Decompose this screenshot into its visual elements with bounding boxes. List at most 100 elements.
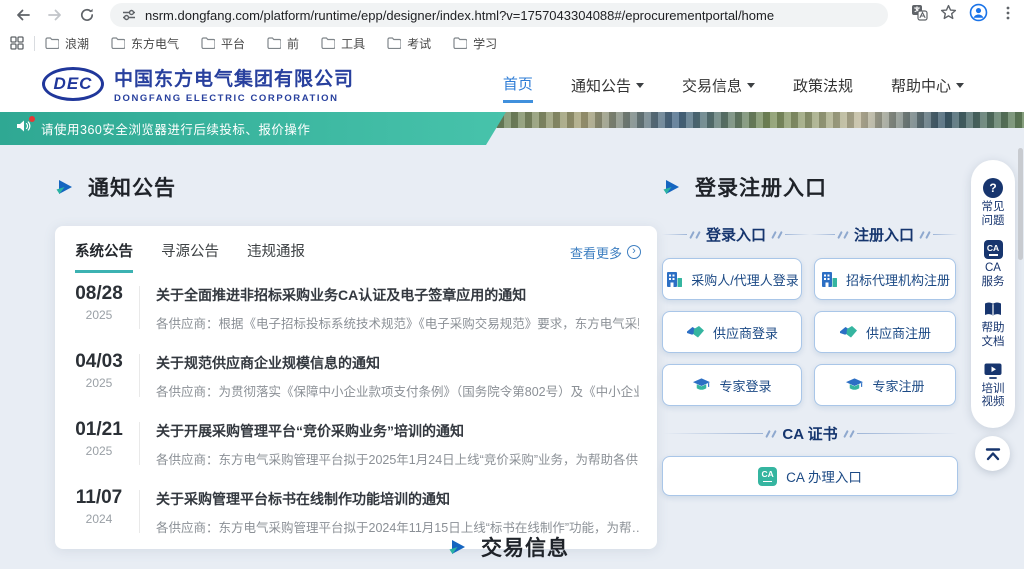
tab-sourcing-notices[interactable]: 寻源公告 (161, 240, 219, 273)
notices-section-title: 通知公告 (55, 172, 657, 202)
ribbon-message: 请使用360安全浏览器进行后续投标、报价操作 (41, 119, 310, 138)
notice-row[interactable]: 01/21 2025 关于开展采购管理平台“竞价采购业务”培训的通知 各供应商：… (55, 409, 657, 477)
profile-avatar-icon[interactable] (969, 3, 988, 27)
divider (139, 490, 140, 533)
notice-desc: 各供应商：东方电气采购管理平台拟于2025年1月24日上线“竞价采购”业务，为帮… (156, 449, 639, 468)
notice-title[interactable]: 关于开展采购管理平台“竞价采购业务”培训的通知 (156, 421, 639, 441)
question-icon: ? (983, 178, 1003, 198)
section-title-text: 登录注册入口 (695, 172, 827, 202)
speaker-icon (16, 119, 31, 138)
divider (34, 36, 35, 51)
purchaser-agent-login-button[interactable]: 采购人/代理人登录 (662, 258, 802, 300)
bookmark-qian[interactable]: 前 (267, 35, 299, 52)
nav-item-help-center[interactable]: 帮助中心 (891, 67, 964, 102)
supplier-register-button[interactable]: 供应商注册 (814, 311, 956, 353)
bookmark-gongju[interactable]: 工具 (321, 35, 365, 52)
trade-info-section-title: 交易信息 (448, 532, 569, 562)
company-logo[interactable]: DEC 中国东方电气集团有限公司 DONGFANG ELECTRIC CORPO… (42, 64, 354, 104)
apps-grid-icon[interactable] (8, 34, 26, 52)
section-arrow-icon (448, 538, 468, 556)
organization-icon (820, 271, 838, 288)
bookmark-dongfang[interactable]: 东方电气 (111, 35, 179, 52)
notice-row[interactable]: 08/28 2025 关于全面推进非招标采购业务CA认证及电子签章应用的通知 各… (55, 273, 657, 341)
back-icon[interactable] (14, 6, 32, 24)
company-name-cn: 中国东方电气集团有限公司 (114, 64, 354, 91)
section-title-text: 交易信息 (481, 532, 569, 562)
graduation-cap-icon (845, 377, 864, 393)
nav-item-home[interactable]: 首页 (503, 65, 533, 103)
site-header: DEC 中国东方电气集团有限公司 DONGFANG ELECTRIC CORPO… (0, 56, 1024, 112)
bookmarks-bar: 浪潮 东方电气 平台 前 工具 考试 学习 (0, 30, 1024, 57)
graduation-cap-icon (692, 377, 711, 393)
notice-date: 08/28 2025 (67, 283, 131, 322)
handshake-icon (686, 324, 705, 340)
tab-violation-reports[interactable]: 违规通报 (247, 240, 305, 273)
sidebar-item-faq[interactable]: ? 常见问题 (980, 178, 1006, 229)
floating-sidebar: ? 常见问题 CA CA服务 帮助文档 培训视频 (971, 160, 1015, 428)
chevron-down-icon (747, 83, 755, 88)
bookmark-pingtai[interactable]: 平台 (201, 35, 245, 52)
folder-icon (45, 37, 59, 49)
handshake-icon (839, 324, 858, 340)
translate-icon[interactable] (911, 4, 928, 26)
bookmark-kaoshi[interactable]: 考试 (387, 35, 431, 52)
bookmark-langchao[interactable]: 浪潮 (45, 35, 89, 52)
folder-icon (111, 37, 125, 49)
reload-icon[interactable] (78, 6, 96, 24)
view-more-link[interactable]: 查看更多 › (570, 243, 641, 271)
expert-login-button[interactable]: 专家登录 (662, 364, 802, 406)
ca-cert-header: CA 证书 (662, 423, 958, 444)
folder-icon (453, 37, 467, 49)
notification-dot (29, 116, 35, 122)
notices-section: 通知公告 系统公告 寻源公告 违规通报 查看更多 › 08/28 2025 关于 (55, 172, 657, 549)
company-name-en: DONGFANG ELECTRIC CORPORATION (114, 93, 354, 104)
collapse-top-icon (984, 446, 1002, 462)
folder-icon (201, 37, 215, 49)
chrome-menu-icon[interactable] (1000, 5, 1016, 26)
notice-date: 01/21 2025 (67, 419, 131, 458)
section-arrow-icon (662, 178, 682, 196)
tab-system-notices[interactable]: 系统公告 (75, 240, 133, 273)
browser-notice-ribbon: 请使用360安全浏览器进行后续投标、报价操作 (0, 112, 506, 145)
collapse-to-top-button[interactable] (975, 436, 1010, 471)
notice-row[interactable]: 04/03 2025 关于规范供应商企业规模信息的通知 各供应商：为贯彻落实《保… (55, 341, 657, 409)
scrollbar-thumb[interactable] (1018, 148, 1023, 260)
notice-title[interactable]: 关于规范供应商企业规模信息的通知 (156, 353, 639, 373)
section-arrow-icon (55, 178, 75, 196)
address-bar[interactable]: nsrm.dongfang.com/platform/runtime/epp/d… (110, 3, 888, 27)
expert-register-button[interactable]: 专家注册 (814, 364, 956, 406)
notice-date: 04/03 2025 (67, 351, 131, 390)
entry-column-headers: 登录入口 注册入口 (662, 224, 958, 245)
folder-icon (321, 37, 335, 49)
notice-desc: 各供应商：根据《电子招标投标系统技术规范》《电子采购交易规范》要求，东方电气采购… (156, 313, 639, 332)
nav-item-notices[interactable]: 通知公告 (571, 67, 644, 102)
sidebar-item-training-video[interactable]: 培训视频 (980, 362, 1006, 411)
main-nav: 首页 通知公告 交易信息 政策法规 帮助中心 (503, 65, 964, 103)
sidebar-item-ca-service[interactable]: CA CA服务 (980, 240, 1006, 290)
site-settings-icon[interactable] (122, 8, 136, 22)
nav-item-trade-info[interactable]: 交易信息 (682, 67, 755, 102)
section-title-text: 通知公告 (88, 172, 176, 202)
folder-icon (387, 37, 401, 49)
sidebar-item-help-doc[interactable]: 帮助文档 (980, 301, 1006, 350)
bidding-agency-register-button[interactable]: 招标代理机构注册 (814, 258, 956, 300)
notice-title[interactable]: 关于采购管理平台标书在线制作功能培训的通知 (156, 489, 639, 509)
bookmark-star-icon[interactable] (940, 4, 957, 26)
nav-item-policies[interactable]: 政策法规 (793, 67, 853, 102)
login-register-panel: 登录注册入口 登录入口 注册入口 采购人/代理人登录 招标代理机构注册 (662, 172, 958, 496)
ca-apply-button[interactable]: CA CA 办理入口 (662, 456, 958, 496)
notice-title[interactable]: 关于全面推进非招标采购业务CA认证及电子签章应用的通知 (156, 285, 639, 305)
login-section-title: 登录注册入口 (662, 172, 958, 202)
chevron-down-icon (636, 83, 644, 88)
register-entry-header: 注册入口 (810, 224, 958, 245)
notice-desc: 各供应商：为贯彻落实《保障中小企业款项支付条例》（国务院令第802号）及《中小企… (156, 381, 639, 400)
notices-tabs: 系统公告 寻源公告 违规通报 查看更多 › (55, 226, 657, 273)
bookmark-xuexi[interactable]: 学习 (453, 35, 497, 52)
supplier-login-button[interactable]: 供应商登录 (662, 311, 802, 353)
forward-icon[interactable] (46, 6, 64, 24)
toolbar-actions (911, 3, 1016, 27)
ca-card-icon: CA (984, 240, 1003, 259)
folder-icon (267, 37, 281, 49)
notices-card: 系统公告 寻源公告 违规通报 查看更多 › 08/28 2025 关于全面推进非… (55, 226, 657, 549)
organization-icon (665, 271, 683, 288)
